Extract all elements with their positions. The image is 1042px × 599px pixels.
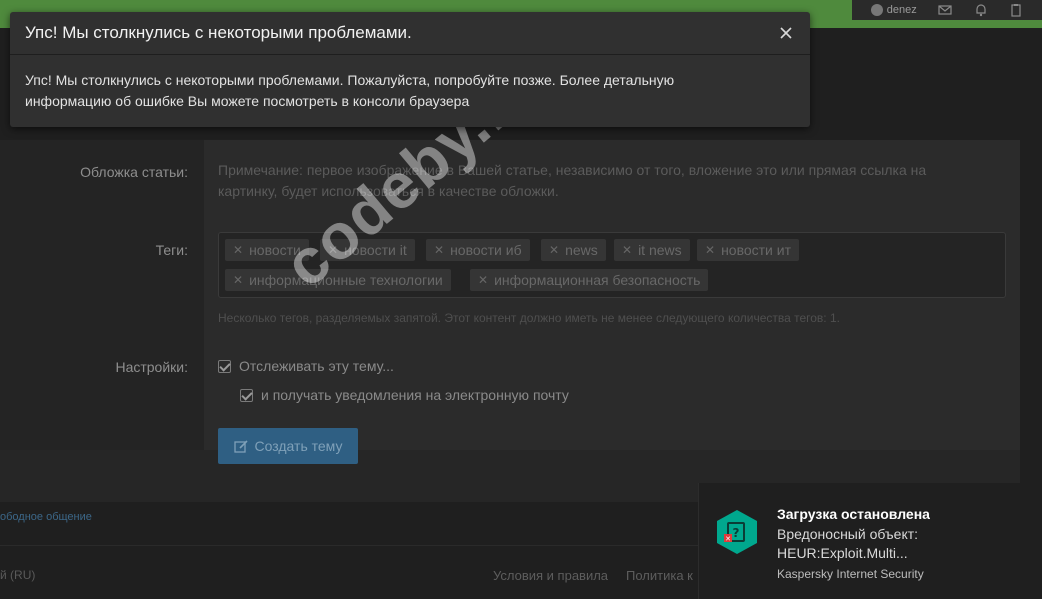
toast-object-name: HEUR:Exploit.Multi... — [777, 545, 908, 561]
tag-label: новости иб — [450, 242, 522, 258]
close-icon[interactable] — [776, 23, 796, 43]
avatar — [870, 4, 883, 16]
close-icon[interactable]: ✕ — [478, 273, 488, 287]
tag-chip[interactable]: ✕ it news — [614, 239, 690, 261]
modal-header: Упс! Мы столкнулись с некоторыми проблем… — [10, 12, 810, 55]
form-labels-column — [0, 140, 204, 450]
tag-chip[interactable]: ✕ новости it — [320, 239, 415, 261]
language-selector[interactable]: й (RU) — [0, 568, 35, 582]
tag-label: it news — [638, 242, 682, 258]
tag-chip[interactable]: ✕ новости — [225, 239, 309, 261]
tag-label: информационная безопасность — [494, 272, 701, 288]
checkbox-checked-icon[interactable] — [240, 388, 253, 402]
cover-hint: Примечание: первое изображение в Вашей с… — [218, 162, 927, 199]
clipboard-icon[interactable] — [1009, 3, 1023, 17]
username: denez — [886, 4, 917, 16]
svg-text:?: ? — [733, 526, 740, 540]
tags-hint: Несколько тегов, разделяемых запятой. Эт… — [218, 311, 840, 325]
terms-link[interactable]: Условия и правила — [493, 568, 608, 583]
email-notify-label: и получать уведомления на электронную по… — [261, 387, 569, 403]
close-icon[interactable]: ✕ — [549, 243, 559, 257]
modal-message: Упс! Мы столкнулись с некоторыми проблем… — [25, 72, 675, 109]
bell-icon[interactable] — [974, 3, 988, 17]
close-icon[interactable]: ✕ — [328, 243, 338, 257]
tags-label: Теги: — [155, 242, 188, 258]
kaspersky-notification[interactable]: ? ✕ Загрузка остановлена Вредоносный объ… — [698, 483, 1042, 599]
toast-source: Kaspersky Internet Security — [777, 567, 924, 581]
watch-thread-option[interactable]: Отслеживать эту тему... — [218, 358, 394, 374]
tag-chip[interactable]: ✕ информационные технологии — [225, 269, 451, 291]
close-icon[interactable]: ✕ — [233, 243, 243, 257]
create-thread-button[interactable]: Создать тему — [218, 428, 358, 464]
svg-text:✕: ✕ — [725, 535, 731, 543]
settings-label: Настройки: — [115, 359, 188, 375]
tag-label: новости it — [344, 242, 407, 258]
watch-thread-label: Отслеживать эту тему... — [239, 358, 394, 374]
user-toolbar: denez — [852, 0, 1042, 20]
kaspersky-shield-icon: ? ✕ — [717, 510, 757, 554]
close-icon[interactable]: ✕ — [705, 243, 715, 257]
email-notify-option[interactable]: и получать уведомления на электронную по… — [240, 387, 569, 403]
edit-icon — [233, 439, 248, 453]
close-icon[interactable]: ✕ — [233, 273, 243, 287]
cover-label: Обложка статьи: — [80, 164, 188, 180]
toast-object-label: Вредоносный объект: — [777, 526, 919, 542]
tag-label: новости — [249, 242, 301, 258]
close-icon[interactable]: ✕ — [622, 243, 632, 257]
tags-input[interactable]: ✕ новости ✕ новости it ✕ новости иб ✕ news ✕… — [218, 232, 1006, 298]
tag-label: новости ит — [721, 242, 792, 258]
tag-chip[interactable]: ✕ новости иб — [426, 239, 530, 261]
error-modal: Упс! Мы столкнулись с некоторыми проблем… — [10, 12, 810, 127]
checkbox-checked-icon[interactable] — [218, 359, 231, 373]
close-icon[interactable]: ✕ — [434, 243, 444, 257]
toast-title: Загрузка остановлена — [777, 506, 930, 522]
modal-title: Упс! Мы столкнулись с некоторыми проблем… — [25, 23, 412, 42]
tag-label: news — [565, 242, 598, 258]
tag-label: информационные технологии — [249, 272, 443, 288]
tag-chip[interactable]: ✕ новости ит — [697, 239, 800, 261]
tag-chip[interactable]: ✕ news — [541, 239, 606, 261]
forum-breadcrumb-link[interactable]: ободное общение — [0, 511, 92, 523]
create-thread-label: Создать тему — [254, 438, 343, 454]
mail-icon[interactable] — [938, 3, 952, 17]
policy-link[interactable]: Политика к — [626, 568, 693, 583]
tag-chip[interactable]: ✕ информационная безопасность — [470, 269, 709, 291]
user-menu[interactable]: denez — [870, 4, 917, 16]
